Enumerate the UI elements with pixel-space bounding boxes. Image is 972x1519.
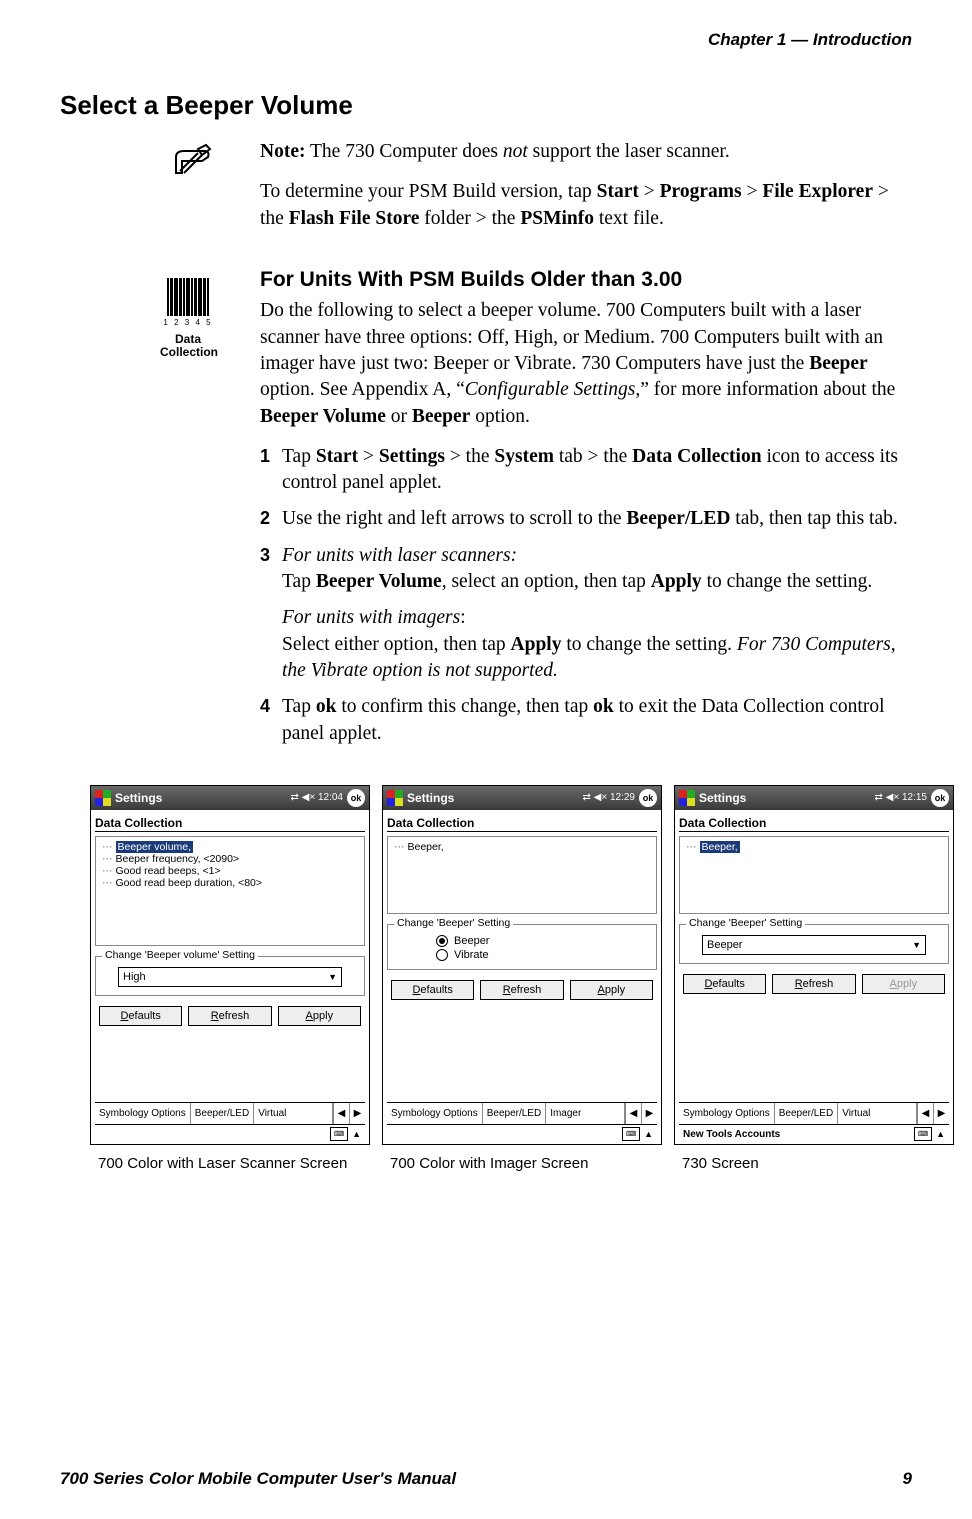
keyboard-icon[interactable]: ⌨: [330, 1127, 348, 1141]
tree-item[interactable]: ⋯Beeper frequency, <2090>: [102, 853, 358, 865]
screenshot-3: Settings ⇄ ◀× 12:15ok Data Collection ⋯Beep…: [674, 785, 954, 1172]
settings-tree[interactable]: ⋯Beeper volume, ⋯Beeper frequency, <2090…: [95, 836, 365, 946]
tab-scroll-left[interactable]: ◀: [333, 1103, 349, 1124]
tab-scroll-right[interactable]: ▶: [933, 1103, 949, 1124]
step-2: 2 Use the right and left arrows to scrol…: [260, 506, 912, 532]
tab-imager[interactable]: Imager: [546, 1103, 625, 1124]
ok-button[interactable]: ok: [931, 789, 949, 807]
tab-strip: Symbology OptionsBeeper/LEDImager◀▶: [387, 1102, 657, 1124]
status-icons: ⇄ ◀× 12:04: [291, 792, 344, 803]
sip-bar: New Tools Accounts ⌨ ▲: [679, 1124, 949, 1144]
pda-titlebar: Settings ⇄ ◀× 12:04ok: [91, 786, 369, 810]
screenshot-caption: 700 Color with Imager Screen: [382, 1155, 662, 1172]
tree-item[interactable]: ⋯Beeper volume,: [102, 841, 358, 853]
status-icons: ⇄ ◀× 12:29: [583, 792, 636, 803]
tree-item[interactable]: ⋯Good read beeps, <1>: [102, 865, 358, 877]
start-flag-icon[interactable]: [387, 790, 403, 806]
tab-beeper-led[interactable]: Beeper/LED: [483, 1103, 546, 1124]
tree-item[interactable]: ⋯Beeper,: [686, 841, 942, 853]
sip-up-icon[interactable]: ▲: [936, 1129, 945, 1139]
start-flag-icon[interactable]: [679, 790, 695, 806]
tab-symbology-options[interactable]: Symbology Options: [95, 1103, 191, 1124]
group-title: Change 'Beeper' Setting: [394, 917, 513, 929]
pda-titlebar: Settings ⇄ ◀× 12:15ok: [675, 786, 953, 810]
radio-beeper[interactable]: Beeper: [436, 935, 648, 947]
apply-button[interactable]: Apply: [278, 1006, 361, 1026]
step-1: 1 Tap Start > Settings > the System tab …: [260, 444, 912, 497]
apply-button: Apply: [862, 974, 945, 994]
bottom-text: New Tools Accounts: [683, 1129, 780, 1140]
group-title: Change 'Beeper volume' Setting: [102, 949, 258, 961]
screenshot-caption: 700 Color with Laser Scanner Screen: [90, 1155, 370, 1172]
status-icons: ⇄ ◀× 12:15: [875, 792, 928, 803]
value-dropdown[interactable]: Beeper▼: [702, 935, 926, 955]
step-4: 4 Tap ok to confirm this change, then ta…: [260, 694, 912, 747]
app-title: Data Collection: [387, 816, 657, 830]
heading-select-beeper: Select a Beeper Volume: [60, 90, 912, 121]
tree-item[interactable]: ⋯Good read beep duration, <80>: [102, 877, 358, 889]
group-title: Change 'Beeper' Setting: [686, 917, 805, 929]
screenshot-2: Settings ⇄ ◀× 12:29ok Data Collection ⋯Beep…: [382, 785, 662, 1172]
tab-virtual[interactable]: Virtual: [254, 1103, 333, 1124]
data-collection-icon: 1 2 3 4 5 Data Collection: [160, 278, 216, 359]
app-title: Data Collection: [95, 816, 365, 830]
window-title: Settings: [699, 791, 871, 805]
screenshot-caption: 730 Screen: [674, 1155, 954, 1172]
heading-psm-old: For Units With PSM Builds Older than 3.0…: [260, 266, 912, 294]
note-text: Note: The 730 Computer does not support …: [260, 139, 912, 165]
window-title: Settings: [407, 791, 579, 805]
defaults-button[interactable]: Defaults: [683, 974, 766, 994]
app-title: Data Collection: [679, 816, 949, 830]
refresh-button[interactable]: Refresh: [188, 1006, 271, 1026]
screenshot-1: Settings ⇄ ◀× 12:04ok Data Collection ⋯Beep…: [90, 785, 370, 1172]
keyboard-icon[interactable]: ⌨: [914, 1127, 932, 1141]
start-flag-icon[interactable]: [95, 790, 111, 806]
defaults-button[interactable]: Defaults: [391, 980, 474, 1000]
sip-up-icon[interactable]: ▲: [352, 1129, 361, 1139]
apply-button[interactable]: Apply: [570, 980, 653, 1000]
tab-strip: Symbology OptionsBeeper/LEDVirtual◀▶: [95, 1102, 365, 1124]
change-setting-group: Change 'Beeper volume' SettingHigh▼: [95, 956, 365, 996]
footer-title: 700 Series Color Mobile Computer User's …: [60, 1469, 456, 1489]
keyboard-icon[interactable]: ⌨: [622, 1127, 640, 1141]
note-icon: [170, 143, 216, 181]
page-number: 9: [903, 1469, 912, 1489]
tab-symbology-options[interactable]: Symbology Options: [679, 1103, 775, 1124]
sip-bar: ⌨▲: [387, 1124, 657, 1144]
tab-beeper-led[interactable]: Beeper/LED: [775, 1103, 838, 1124]
tab-symbology-options[interactable]: Symbology Options: [387, 1103, 483, 1124]
refresh-button[interactable]: Refresh: [480, 980, 563, 1000]
tab-scroll-right[interactable]: ▶: [349, 1103, 365, 1124]
psm-instruction: To determine your PSM Build version, tap…: [260, 179, 912, 232]
settings-tree[interactable]: ⋯Beeper,: [387, 836, 657, 914]
sip-bar: ⌨▲: [95, 1124, 365, 1144]
step-3: 3 For units with laser scanners: Tap Bee…: [260, 543, 912, 685]
intro-para: Do the following to select a beeper volu…: [260, 298, 912, 430]
running-head: Chapter 1 — Introduction: [60, 30, 912, 50]
defaults-button[interactable]: Defaults: [99, 1006, 182, 1026]
change-setting-group: Change 'Beeper' SettingBeeper▼: [679, 924, 949, 964]
change-setting-group: Change 'Beeper' SettingBeeperVibrate: [387, 924, 657, 970]
pda-titlebar: Settings ⇄ ◀× 12:29ok: [383, 786, 661, 810]
radio-vibrate[interactable]: Vibrate: [436, 949, 648, 961]
window-title: Settings: [115, 791, 287, 805]
tab-scroll-left[interactable]: ◀: [917, 1103, 933, 1124]
tab-beeper-led[interactable]: Beeper/LED: [191, 1103, 254, 1124]
page-footer: 700 Series Color Mobile Computer User's …: [60, 1469, 912, 1489]
tree-item[interactable]: ⋯Beeper,: [394, 841, 650, 853]
tab-virtual[interactable]: Virtual: [838, 1103, 917, 1124]
ok-button[interactable]: ok: [347, 789, 365, 807]
settings-tree[interactable]: ⋯Beeper,: [679, 836, 949, 914]
refresh-button[interactable]: Refresh: [772, 974, 855, 994]
ok-button[interactable]: ok: [639, 789, 657, 807]
tab-scroll-left[interactable]: ◀: [625, 1103, 641, 1124]
tab-scroll-right[interactable]: ▶: [641, 1103, 657, 1124]
sip-up-icon[interactable]: ▲: [644, 1129, 653, 1139]
value-dropdown[interactable]: High▼: [118, 967, 342, 987]
tab-strip: Symbology OptionsBeeper/LEDVirtual◀▶: [679, 1102, 949, 1124]
